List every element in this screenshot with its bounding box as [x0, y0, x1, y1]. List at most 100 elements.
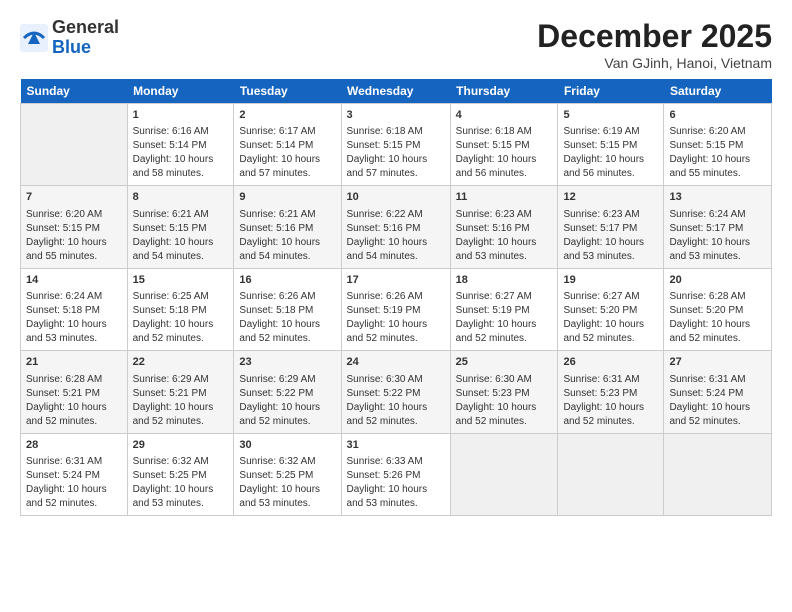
day-info: and 54 minutes.	[347, 250, 445, 264]
day-number: 28	[26, 438, 122, 453]
day-info: and 55 minutes.	[26, 250, 122, 264]
day-cell: 3Sunrise: 6:18 AMSunset: 5:15 PMDaylight…	[341, 104, 450, 186]
calendar-page: General Blue December 2025 Van GJinh, Ha…	[0, 0, 792, 612]
day-info: Sunset: 5:18 PM	[133, 304, 229, 318]
day-number: 15	[133, 273, 229, 288]
day-cell: 1Sunrise: 6:16 AMSunset: 5:14 PMDaylight…	[127, 104, 234, 186]
day-info: Daylight: 10 hours	[239, 483, 335, 497]
day-number: 29	[133, 438, 229, 453]
header: General Blue December 2025 Van GJinh, Ha…	[20, 18, 772, 71]
day-number: 26	[563, 355, 658, 370]
week-row-4: 21Sunrise: 6:28 AMSunset: 5:21 PMDayligh…	[21, 351, 772, 433]
day-info: Sunrise: 6:27 AM	[456, 290, 553, 304]
day-info: and 53 minutes.	[669, 250, 766, 264]
day-info: and 53 minutes.	[26, 332, 122, 346]
week-row-3: 14Sunrise: 6:24 AMSunset: 5:18 PMDayligh…	[21, 268, 772, 350]
day-info: and 52 minutes.	[456, 332, 553, 346]
day-info: Daylight: 10 hours	[239, 236, 335, 250]
day-cell: 2Sunrise: 6:17 AMSunset: 5:14 PMDaylight…	[234, 104, 341, 186]
day-info: and 54 minutes.	[239, 250, 335, 264]
day-number: 31	[347, 438, 445, 453]
day-info: Sunset: 5:21 PM	[133, 387, 229, 401]
day-number: 20	[669, 273, 766, 288]
day-info: Sunset: 5:20 PM	[669, 304, 766, 318]
day-cell: 28Sunrise: 6:31 AMSunset: 5:24 PMDayligh…	[21, 433, 128, 515]
day-number: 12	[563, 190, 658, 205]
day-cell: 8Sunrise: 6:21 AMSunset: 5:15 PMDaylight…	[127, 186, 234, 268]
day-info: Sunset: 5:17 PM	[669, 222, 766, 236]
day-info: Sunset: 5:21 PM	[26, 387, 122, 401]
logo-text: General Blue	[52, 18, 119, 58]
day-info: and 58 minutes.	[133, 167, 229, 181]
day-info: and 52 minutes.	[563, 415, 658, 429]
day-info: Sunset: 5:25 PM	[133, 469, 229, 483]
day-number: 21	[26, 355, 122, 370]
day-info: Sunset: 5:18 PM	[26, 304, 122, 318]
day-number: 14	[26, 273, 122, 288]
day-info: Sunset: 5:17 PM	[563, 222, 658, 236]
day-info: Sunset: 5:16 PM	[456, 222, 553, 236]
day-info: Sunrise: 6:29 AM	[239, 373, 335, 387]
day-info: Sunrise: 6:23 AM	[456, 208, 553, 222]
day-info: Sunset: 5:23 PM	[456, 387, 553, 401]
day-number: 3	[347, 108, 445, 123]
day-info: and 53 minutes.	[239, 497, 335, 511]
day-info: Sunset: 5:14 PM	[133, 139, 229, 153]
day-info: and 52 minutes.	[347, 332, 445, 346]
day-info: Sunset: 5:26 PM	[347, 469, 445, 483]
day-number: 27	[669, 355, 766, 370]
day-info: and 53 minutes.	[347, 497, 445, 511]
day-info: Daylight: 10 hours	[669, 318, 766, 332]
day-info: Daylight: 10 hours	[239, 401, 335, 415]
day-info: and 53 minutes.	[563, 250, 658, 264]
day-info: Sunrise: 6:31 AM	[669, 373, 766, 387]
day-info: Sunrise: 6:25 AM	[133, 290, 229, 304]
day-info: Sunset: 5:15 PM	[456, 139, 553, 153]
day-info: Sunset: 5:15 PM	[26, 222, 122, 236]
day-cell: 25Sunrise: 6:30 AMSunset: 5:23 PMDayligh…	[450, 351, 558, 433]
day-cell: 30Sunrise: 6:32 AMSunset: 5:25 PMDayligh…	[234, 433, 341, 515]
day-info: and 52 minutes.	[669, 415, 766, 429]
day-info: and 52 minutes.	[133, 332, 229, 346]
day-info: and 52 minutes.	[239, 415, 335, 429]
day-info: and 52 minutes.	[239, 332, 335, 346]
day-cell: 26Sunrise: 6:31 AMSunset: 5:23 PMDayligh…	[558, 351, 664, 433]
header-cell-wednesday: Wednesday	[341, 79, 450, 104]
day-cell: 24Sunrise: 6:30 AMSunset: 5:22 PMDayligh…	[341, 351, 450, 433]
day-number: 1	[133, 108, 229, 123]
day-info: Sunrise: 6:18 AM	[347, 125, 445, 139]
day-cell: 4Sunrise: 6:18 AMSunset: 5:15 PMDaylight…	[450, 104, 558, 186]
day-info: Sunset: 5:19 PM	[347, 304, 445, 318]
week-row-1: 1Sunrise: 6:16 AMSunset: 5:14 PMDaylight…	[21, 104, 772, 186]
day-cell: 16Sunrise: 6:26 AMSunset: 5:18 PMDayligh…	[234, 268, 341, 350]
day-info: and 53 minutes.	[133, 497, 229, 511]
day-info: and 56 minutes.	[456, 167, 553, 181]
day-cell: 10Sunrise: 6:22 AMSunset: 5:16 PMDayligh…	[341, 186, 450, 268]
day-info: and 52 minutes.	[456, 415, 553, 429]
day-info: Daylight: 10 hours	[669, 401, 766, 415]
day-cell: 13Sunrise: 6:24 AMSunset: 5:17 PMDayligh…	[664, 186, 772, 268]
day-info: and 57 minutes.	[239, 167, 335, 181]
header-cell-sunday: Sunday	[21, 79, 128, 104]
day-number: 9	[239, 190, 335, 205]
day-cell	[21, 104, 128, 186]
day-cell	[664, 433, 772, 515]
day-info: Sunset: 5:19 PM	[456, 304, 553, 318]
day-info: Daylight: 10 hours	[133, 483, 229, 497]
day-info: Sunrise: 6:22 AM	[347, 208, 445, 222]
day-info: Sunrise: 6:20 AM	[669, 125, 766, 139]
day-info: Sunrise: 6:31 AM	[563, 373, 658, 387]
day-number: 17	[347, 273, 445, 288]
day-info: Daylight: 10 hours	[456, 153, 553, 167]
day-info: Sunrise: 6:24 AM	[26, 290, 122, 304]
day-info: Sunset: 5:15 PM	[347, 139, 445, 153]
day-number: 23	[239, 355, 335, 370]
day-cell: 11Sunrise: 6:23 AMSunset: 5:16 PMDayligh…	[450, 186, 558, 268]
day-info: Sunrise: 6:32 AM	[239, 455, 335, 469]
day-info: Sunset: 5:22 PM	[239, 387, 335, 401]
day-info: Daylight: 10 hours	[133, 153, 229, 167]
day-info: Sunrise: 6:27 AM	[563, 290, 658, 304]
day-info: Sunrise: 6:29 AM	[133, 373, 229, 387]
day-cell: 9Sunrise: 6:21 AMSunset: 5:16 PMDaylight…	[234, 186, 341, 268]
day-info: Sunrise: 6:28 AM	[669, 290, 766, 304]
